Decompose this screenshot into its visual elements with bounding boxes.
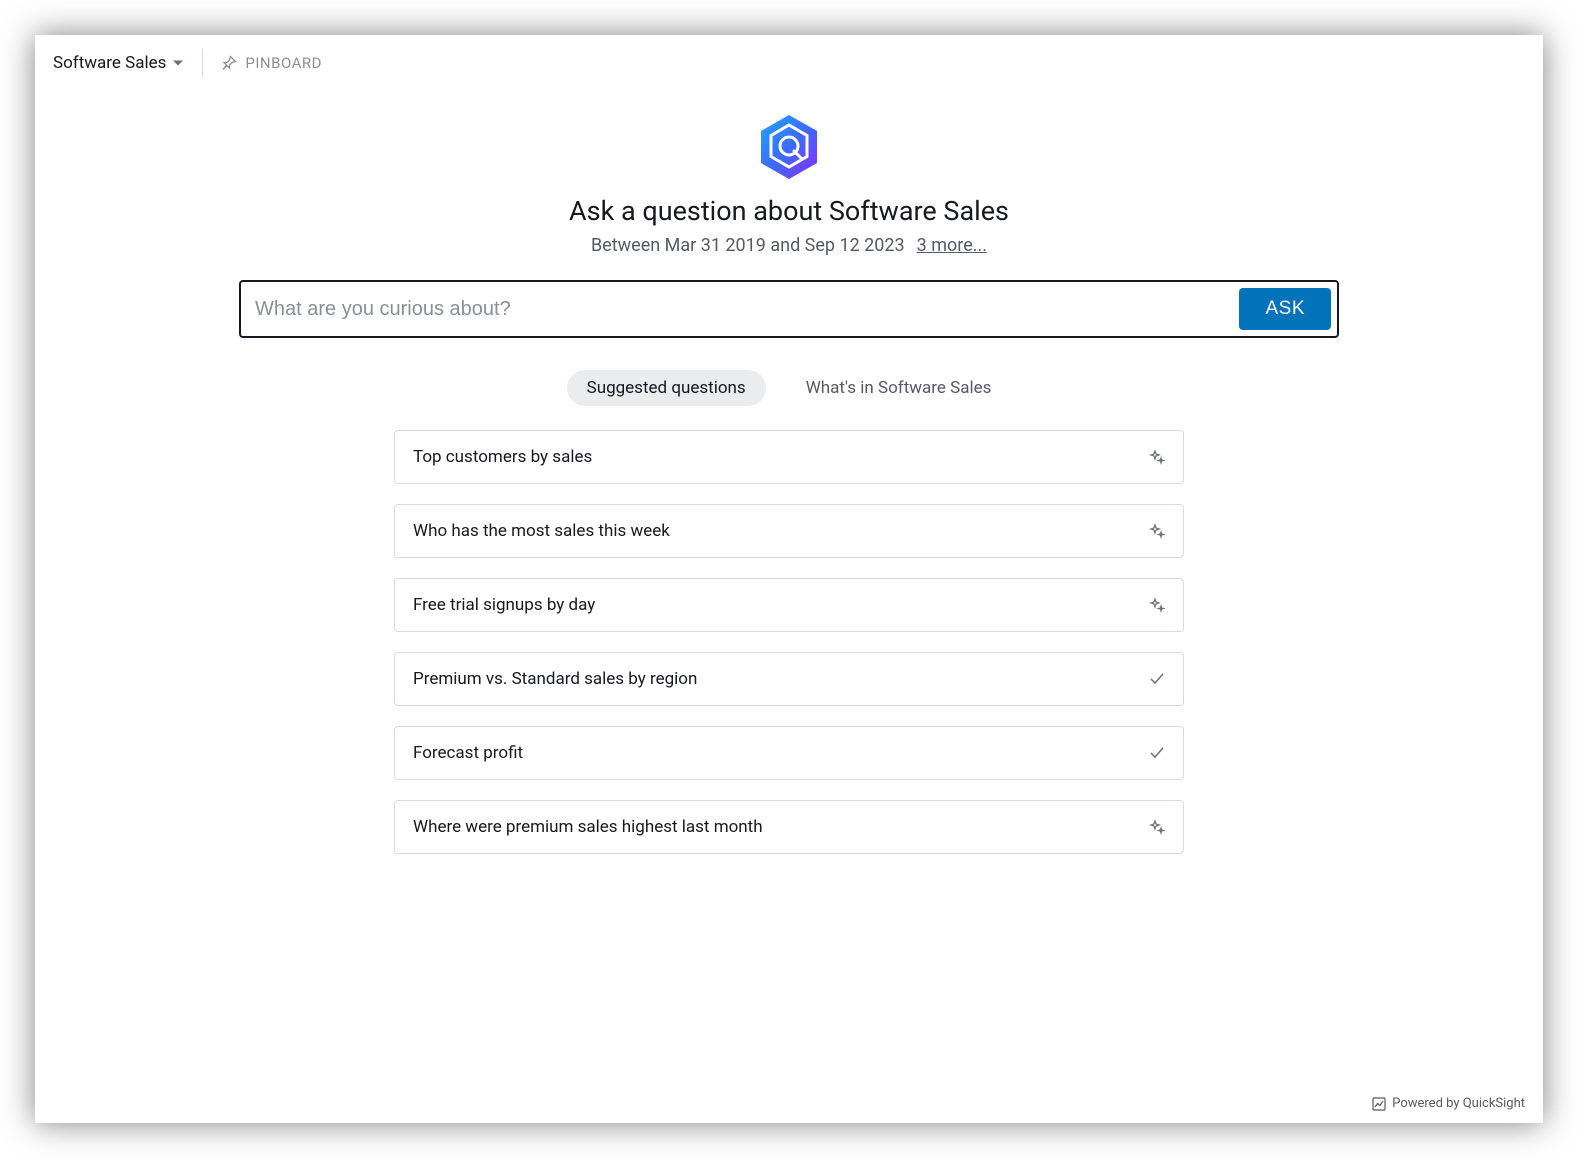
suggestion-item[interactable]: Forecast profit [394,726,1184,780]
more-filters-link[interactable]: 3 more... [917,235,987,256]
footer: Powered by QuickSight [1372,1096,1525,1111]
suggestion-item[interactable]: Premium vs. Standard sales by region [394,652,1184,706]
suggestions-list: Top customers by sales Who has the most … [394,430,1184,854]
app-frame: Software Sales PINBOARD [35,35,1543,1123]
suggestion-item[interactable]: Where were premium sales highest last mo… [394,800,1184,854]
suggestion-item[interactable]: Who has the most sales this week [394,504,1184,558]
pinboard-label: PINBOARD [245,54,322,72]
chevron-down-icon [172,57,184,69]
pinboard-button[interactable]: PINBOARD [221,54,322,72]
chart-icon [1372,1097,1386,1111]
divider [202,49,203,77]
topic-selector[interactable]: Software Sales [53,53,184,73]
sparkle-icon [1149,449,1165,465]
suggestion-text: Who has the most sales this week [413,521,670,541]
quicksight-q-logo [753,111,825,183]
date-range: Between Mar 31 2019 and Sep 12 2023 [591,235,905,256]
suggestion-text: Forecast profit [413,743,523,763]
sparkle-icon [1149,597,1165,613]
top-bar: Software Sales PINBOARD [35,35,1543,91]
tab-whats-in[interactable]: What's in Software Sales [786,370,1012,406]
suggestion-text: Top customers by sales [413,447,592,467]
subtitle-row: Between Mar 31 2019 and Sep 12 2023 3 mo… [591,235,987,256]
powered-by-label: Powered by QuickSight [1392,1096,1525,1111]
suggestion-item[interactable]: Top customers by sales [394,430,1184,484]
sparkle-icon [1149,523,1165,539]
question-input[interactable] [255,298,1239,321]
sparkle-icon [1149,819,1165,835]
page-title: Ask a question about Software Sales [569,195,1009,227]
ask-button[interactable]: ASK [1239,288,1331,330]
search-bar: ASK [239,280,1339,338]
suggestion-text: Where were premium sales highest last mo… [413,817,763,837]
suggestion-text: Premium vs. Standard sales by region [413,669,697,689]
pin-icon [221,55,237,71]
tab-suggested-questions[interactable]: Suggested questions [567,370,766,406]
topic-name: Software Sales [53,53,166,73]
check-icon [1149,671,1165,687]
main-content: Ask a question about Software Sales Betw… [35,91,1543,1123]
check-icon [1149,745,1165,761]
suggestion-text: Free trial signups by day [413,595,595,615]
tabs: Suggested questions What's in Software S… [567,370,1012,406]
suggestion-item[interactable]: Free trial signups by day [394,578,1184,632]
